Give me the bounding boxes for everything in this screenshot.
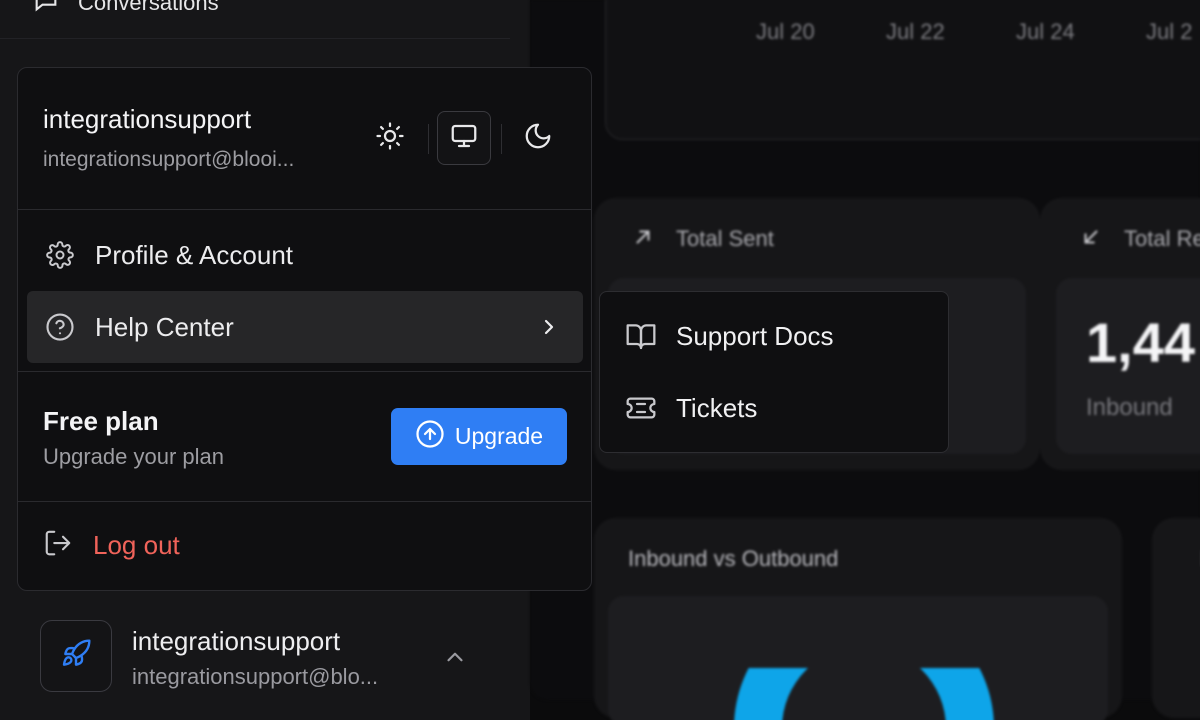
theme-separator	[428, 124, 429, 154]
sidebar-item-label: Conversations	[78, 0, 219, 15]
y-axis-zero-label: 0	[751, 0, 763, 3]
avatar	[40, 620, 112, 692]
help-center-submenu: Support Docs Tickets	[599, 291, 949, 453]
arrow-up-right-icon	[632, 226, 654, 254]
card-title: Total Sent	[676, 226, 774, 251]
user-email: integrationsupport@blo...	[132, 664, 379, 689]
sidebar-item-conversations[interactable]: Conversations	[32, 0, 219, 20]
stat-value: 1,44	[1086, 311, 1195, 374]
activity-chart-card: 0 Jul 20 Jul 22 Jul 24 Jul 2	[605, 0, 1200, 140]
secondary-chart-card: P	[1152, 518, 1200, 718]
logout-icon	[43, 528, 73, 563]
ticket-icon	[624, 392, 658, 424]
menu-item-label: Profile & Account	[95, 239, 293, 270]
rocket-icon	[60, 638, 92, 675]
chat-icon	[32, 0, 60, 20]
submenu-item-label: Support Docs	[676, 320, 834, 351]
inbound-outbound-card: Inbound vs Outbound	[594, 518, 1122, 720]
logout-label: Log out	[93, 530, 180, 560]
theme-separator	[501, 124, 502, 154]
donut-chart	[734, 668, 994, 720]
help-circle-icon	[43, 312, 77, 342]
monitor-icon	[449, 121, 479, 156]
profile-account-item[interactable]: Profile & Account	[27, 219, 583, 291]
plan-title: Free plan	[43, 406, 159, 436]
x-tick-label: Jul 22	[886, 19, 945, 44]
sidebar-divider	[0, 38, 510, 39]
account-menu: integrationsupport integrationsupport@bl…	[17, 67, 592, 591]
user-account-switcher[interactable]: integrationsupport integrationsupport@bl…	[40, 620, 480, 692]
card-title: Total Re	[1124, 226, 1200, 251]
tickets-item[interactable]: Tickets	[600, 372, 948, 444]
submenu-item-label: Tickets	[676, 392, 758, 423]
support-docs-item[interactable]: Support Docs	[600, 300, 948, 372]
theme-system-button[interactable]	[437, 111, 491, 165]
upgrade-button[interactable]: Upgrade	[391, 408, 567, 465]
sun-icon	[375, 121, 405, 156]
menu-divider	[18, 501, 591, 502]
menu-divider	[18, 209, 591, 210]
moon-icon	[523, 121, 553, 156]
total-received-card: Total Re 1,44 Inbound	[1040, 198, 1200, 470]
x-tick-label: Jul 24	[1016, 19, 1075, 44]
account-email: integrationsupport@blooi...	[43, 148, 295, 171]
help-center-item[interactable]: Help Center	[27, 291, 583, 363]
plan-subtitle: Upgrade your plan	[43, 444, 225, 469]
stat-caption: Inbound	[1086, 394, 1173, 421]
chevron-up-icon[interactable]	[442, 644, 468, 675]
logout-item[interactable]: Log out	[43, 528, 180, 563]
book-icon	[624, 320, 658, 352]
x-tick-label: Jul 20	[756, 19, 815, 44]
upgrade-label: Upgrade	[454, 423, 544, 449]
menu-item-label: Help Center	[95, 311, 234, 342]
arrow-up-circle-icon	[415, 419, 445, 455]
user-name: integrationsupport	[132, 626, 341, 656]
chevron-right-icon	[537, 315, 561, 344]
x-tick-label: Jul 2	[1146, 19, 1193, 44]
menu-divider	[18, 371, 591, 372]
theme-light-button[interactable]	[363, 111, 417, 165]
arrow-down-left-icon	[1080, 226, 1102, 254]
account-name: integrationsupport	[43, 104, 252, 134]
card-title: Inbound vs Outbound	[628, 546, 839, 571]
gear-icon	[43, 241, 77, 269]
theme-dark-button[interactable]	[511, 111, 565, 165]
